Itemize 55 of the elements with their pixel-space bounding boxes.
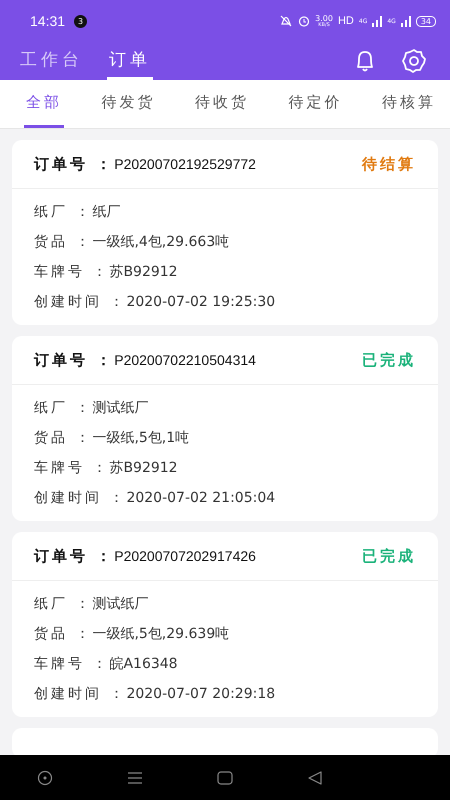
- field-value: 纸厂: [92, 203, 120, 221]
- field-value: 皖A16348: [109, 655, 178, 673]
- field-value: 2020-07-02 21:05:04: [126, 490, 276, 506]
- field-value: 2020-07-02 19:25:30: [126, 294, 276, 310]
- home-icon[interactable]: [217, 770, 233, 784]
- field-value: 测试纸厂: [92, 595, 148, 613]
- field-value: 苏B92912: [109, 263, 178, 281]
- field-value: 一级纸,5包,29.639吨: [92, 625, 230, 643]
- circle-dot-icon[interactable]: [37, 770, 53, 786]
- order-number-label: 订单号 ：: [34, 546, 114, 566]
- battery-level: 34: [416, 16, 436, 26]
- signal-icon: [400, 16, 411, 26]
- order-card[interactable]: 订单号 ：P20200702192529772 待结算 纸厂 ：纸厂 货品 ：一级纸,4包,29.663吨 车牌号 ：苏B92912 创建时间 ：2020-07-02 19:25:30: [12, 140, 438, 325]
- menu-icon[interactable]: [127, 770, 143, 784]
- field-value: 一级纸,4包,29.663吨: [92, 233, 230, 251]
- order-number: P20200702210504314: [114, 352, 256, 368]
- field-label: 纸厂 ：: [34, 203, 92, 221]
- field-label: 车牌号 ：: [34, 263, 110, 281]
- signal-icon: [372, 16, 382, 26]
- field-label: 货品 ：: [34, 233, 92, 251]
- field-value: 测试纸厂: [92, 399, 148, 417]
- settings-icon[interactable]: [400, 47, 428, 75]
- filter-tab[interactable]: 待定价: [286, 80, 344, 128]
- order-status: 已完成: [362, 350, 416, 370]
- field-value: 苏B92912: [109, 459, 178, 477]
- order-status: 待结算: [362, 154, 416, 174]
- filter-tab[interactable]: 待发货: [100, 80, 158, 128]
- field-value: 一级纸,5包,1吨: [92, 429, 190, 447]
- filter-tab[interactable]: 待核算: [380, 80, 438, 128]
- filter-tab[interactable]: 待收货: [193, 80, 251, 128]
- field-label: 创建时间 ：: [34, 293, 126, 311]
- field-label: 创建时间 ：: [34, 685, 126, 703]
- field-label: 纸厂 ：: [34, 595, 92, 613]
- order-number: P20200702192529772: [114, 156, 256, 172]
- order-number: P20200707202917426: [114, 548, 256, 564]
- field-label: 车牌号 ：: [34, 459, 110, 477]
- field-value: 2020-07-07 20:29:18: [126, 686, 276, 702]
- alarm-icon: [298, 15, 310, 27]
- order-number-label: 订单号 ：: [34, 350, 114, 370]
- network-label: HD: [338, 15, 354, 27]
- mute-icon: [279, 15, 294, 27]
- field-label: 创建时间 ：: [34, 489, 126, 507]
- order-status: 已完成: [362, 546, 416, 566]
- status-time: 14:31: [30, 13, 66, 29]
- speed-value: 3.00: [315, 14, 333, 22]
- order-card[interactable]: 订单号 ：P20200707202917426 已完成 纸厂 ：测试纸厂 货品 ：一级纸,5包,29.639吨 车牌号 ：皖A16348 创建时间 ：2020-07-07 20:29:18: [12, 532, 438, 717]
- order-card[interactable]: 订单号 ：P20200702210504314 已完成 纸厂 ：测试纸厂 货品 ：一级纸,5包,1吨 车牌号 ：苏B92912 创建时间 ：2020-07-02 21:05:04: [12, 336, 438, 521]
- field-label: 纸厂 ：: [34, 399, 92, 417]
- notification-badge: 3: [74, 14, 88, 28]
- field-label: 车牌号 ：: [34, 655, 110, 673]
- filter-tab[interactable]: 全部: [24, 80, 64, 128]
- field-label: 货品 ：: [34, 429, 92, 447]
- field-label: 货品 ：: [34, 625, 92, 643]
- back-icon[interactable]: [307, 770, 323, 786]
- order-number-label: 订单号 ：: [34, 154, 114, 174]
